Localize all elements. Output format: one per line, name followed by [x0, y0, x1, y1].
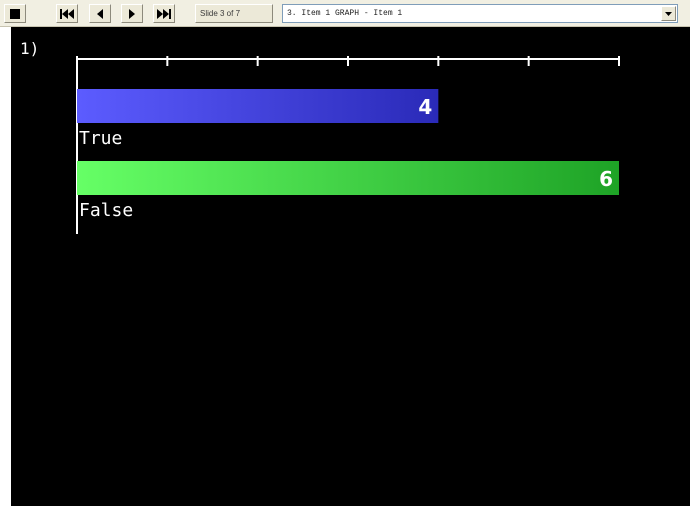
- previous-slide-button[interactable]: [89, 4, 111, 23]
- category-label: False: [79, 200, 133, 221]
- bar-true: [77, 89, 439, 123]
- bar-false: [77, 161, 619, 195]
- skip-to-end-icon: [157, 8, 171, 19]
- slide-counter: Slide 3 of 7: [195, 4, 273, 23]
- chevron-down-icon[interactable]: [661, 6, 676, 21]
- slide-select-dropdown[interactable]: 3. Item 1 GRAPH - Item 1: [282, 4, 678, 23]
- slide-select-value: 3. Item 1 GRAPH - Item 1: [287, 9, 403, 18]
- previous-icon: [97, 8, 103, 19]
- next-slide-button[interactable]: [121, 4, 143, 23]
- slide-canvas: 1) 4 True 6 False: [11, 27, 690, 506]
- bar-value-label: 6: [599, 167, 613, 191]
- first-slide-button[interactable]: [56, 4, 78, 23]
- bar-value-label: 4: [418, 95, 432, 119]
- bar-chart: 4 True 6 False: [76, 56, 620, 234]
- next-icon: [129, 8, 135, 19]
- skip-to-start-icon: [60, 8, 74, 19]
- presentation-toolbar: Slide 3 of 7 3. Item 1 GRAPH - Item 1: [0, 0, 690, 27]
- stop-button[interactable]: [4, 4, 26, 23]
- last-slide-button[interactable]: [153, 4, 175, 23]
- category-label: True: [79, 128, 122, 149]
- stop-icon: [10, 8, 20, 19]
